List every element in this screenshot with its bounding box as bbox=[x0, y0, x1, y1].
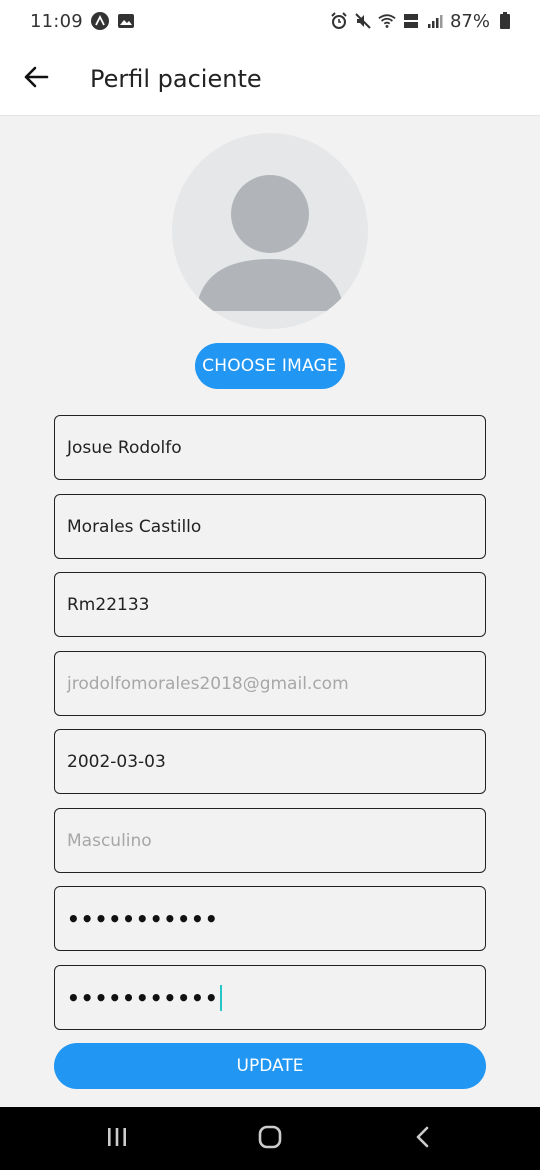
birth-date-field[interactable]: 2002-03-03 bbox=[54, 729, 486, 794]
nav-back-icon bbox=[413, 1125, 433, 1153]
battery-icon bbox=[496, 12, 514, 30]
gender-field[interactable]: Masculino bbox=[54, 808, 486, 873]
password-field[interactable]: ••••••••••• bbox=[54, 886, 486, 951]
wifi-icon bbox=[378, 12, 396, 30]
person-placeholder-icon bbox=[196, 175, 344, 311]
status-right: 87% bbox=[330, 11, 514, 32]
back-button[interactable] bbox=[14, 57, 58, 101]
email-field[interactable]: jrodolfomorales2018@gmail.com bbox=[54, 651, 486, 716]
first-name-value: Josue Rodolfo bbox=[67, 437, 182, 458]
status-time: 11:09 bbox=[30, 10, 83, 32]
status-left: 11:09 bbox=[30, 11, 135, 32]
recents-icon bbox=[105, 1126, 129, 1152]
image-notification-icon bbox=[117, 12, 135, 30]
app-notification-icon bbox=[90, 12, 109, 30]
nav-back-button[interactable] bbox=[393, 1114, 453, 1164]
first-name-field[interactable]: Josue Rodolfo bbox=[54, 415, 486, 480]
last-name-field[interactable]: Morales Castillo bbox=[54, 494, 486, 559]
page-title: Perfil paciente bbox=[90, 64, 262, 93]
confirm-password-value: ••••••••••• bbox=[67, 985, 219, 1010]
password-value: ••••••••••• bbox=[67, 906, 219, 931]
confirm-password-field[interactable]: ••••••••••• bbox=[54, 965, 486, 1030]
username-value: Rm22133 bbox=[67, 594, 150, 615]
mute-icon bbox=[354, 12, 372, 30]
battery-percentage: 87% bbox=[449, 10, 490, 32]
alarm-icon bbox=[330, 12, 348, 30]
recents-button[interactable] bbox=[87, 1114, 147, 1164]
home-icon bbox=[257, 1125, 283, 1153]
update-button[interactable]: UPDATE bbox=[54, 1043, 486, 1089]
home-button[interactable] bbox=[240, 1114, 300, 1164]
navigation-bar bbox=[0, 1107, 540, 1170]
username-field[interactable]: Rm22133 bbox=[54, 572, 486, 637]
status-bar: 11:09 87% bbox=[0, 0, 540, 42]
email-placeholder: jrodolfomorales2018@gmail.com bbox=[67, 673, 349, 694]
signal-icon bbox=[426, 12, 444, 30]
birth-date-value: 2002-03-03 bbox=[67, 751, 166, 772]
app-bar: Perfil paciente bbox=[0, 42, 540, 116]
gender-placeholder: Masculino bbox=[67, 830, 152, 851]
volte-icon bbox=[402, 12, 420, 30]
arrow-left-icon bbox=[23, 65, 49, 93]
text-caret bbox=[219, 984, 222, 1011]
avatar bbox=[172, 133, 368, 329]
choose-image-button[interactable]: CHOOSE IMAGE bbox=[195, 343, 345, 389]
last-name-value: Morales Castillo bbox=[67, 516, 202, 537]
